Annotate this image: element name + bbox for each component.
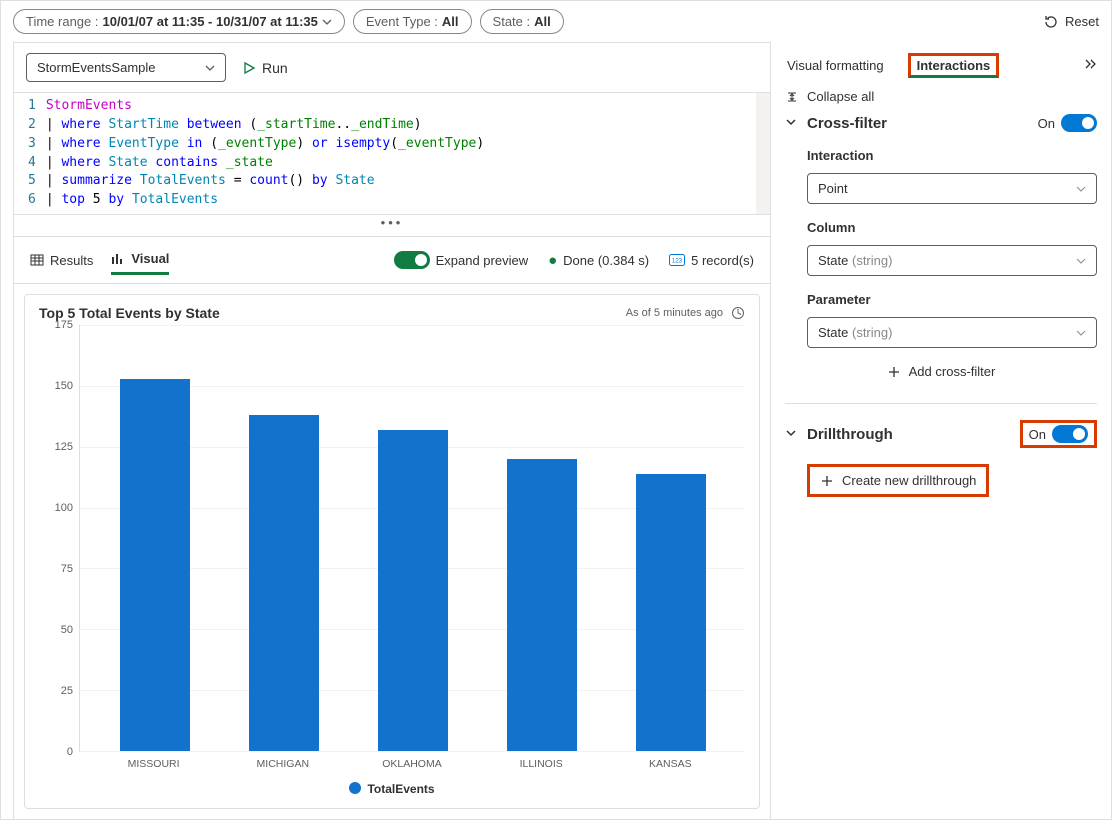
plus-icon (887, 365, 901, 379)
done-label: Done (0.384 s) (563, 253, 649, 268)
interaction-select[interactable]: Point (807, 173, 1097, 204)
parameter-select[interactable]: State (string) (807, 317, 1097, 348)
database-select[interactable]: StormEventsSample (26, 53, 226, 82)
collapse-handle[interactable]: ••• (14, 215, 770, 237)
crossfilter-title: Cross-filter (807, 115, 887, 132)
interaction-label: Interaction (807, 148, 1097, 163)
column-select[interactable]: State (string) (807, 245, 1097, 276)
reset-button[interactable]: Reset (1043, 14, 1099, 30)
state-pill[interactable]: State : All (480, 9, 564, 34)
record-count: 123 5 record(s) (669, 253, 754, 268)
time-range-label: Time range : (26, 14, 99, 29)
visual-tab[interactable]: Visual (111, 245, 169, 275)
run-label: Run (262, 60, 288, 76)
create-drillthrough-label: Create new drillthrough (842, 473, 976, 488)
svg-text:123: 123 (672, 259, 683, 265)
collapse-all-label: Collapse all (807, 89, 874, 104)
run-button[interactable]: Run (242, 60, 288, 76)
records-label: 5 record(s) (691, 253, 754, 268)
drillthrough-expand[interactable] (785, 426, 799, 442)
chevron-down-icon (1076, 256, 1086, 266)
parameter-value: State (818, 325, 848, 340)
crossfilter-toggle[interactable] (1061, 114, 1097, 132)
chevron-down-icon (1076, 328, 1086, 338)
bar[interactable] (120, 379, 190, 751)
legend-label: TotalEvents (367, 782, 434, 796)
event-type-pill[interactable]: Event Type : All (353, 9, 472, 34)
more-panels-button[interactable] (1083, 57, 1097, 74)
chart-asof: As of 5 minutes ago (626, 307, 723, 319)
chevron-down-icon (205, 63, 215, 73)
results-tab[interactable]: Results (30, 247, 93, 274)
success-icon: ● (548, 252, 557, 269)
refresh-icon[interactable] (731, 306, 745, 320)
reset-label: Reset (1065, 14, 1099, 29)
event-type-label: Event Type : (366, 14, 438, 29)
play-icon (242, 61, 256, 75)
state-label: State : (493, 14, 531, 29)
parameter-label: Parameter (807, 292, 1097, 307)
visual-formatting-tab[interactable]: Visual formatting (785, 52, 886, 79)
chevron-down-icon (785, 427, 797, 439)
drillthrough-on-label: On (1029, 427, 1046, 442)
parameter-type: (string) (852, 325, 892, 340)
column-label: Column (807, 220, 1097, 235)
chart-icon (111, 252, 125, 266)
expand-preview-toggle[interactable] (394, 251, 430, 269)
collapse-all-button[interactable]: Collapse all (785, 89, 1097, 104)
bar[interactable] (249, 415, 319, 751)
event-type-value: All (442, 14, 459, 29)
table-icon (30, 253, 44, 267)
add-crossfilter-button[interactable]: Add cross-filter (785, 364, 1097, 379)
bar[interactable] (507, 459, 577, 751)
state-value: All (534, 14, 551, 29)
crossfilter-expand[interactable] (785, 115, 799, 131)
column-type: (string) (852, 253, 892, 268)
records-icon: 123 (669, 254, 685, 266)
bar-chart[interactable]: 0255075100125150175 MISSOURIMICHIGANOKLA… (39, 325, 745, 796)
collapse-icon (785, 90, 799, 104)
expand-preview-label: Expand preview (436, 253, 529, 268)
time-range-value: 10/01/07 at 11:35 - 10/31/07 at 11:35 (103, 14, 318, 29)
chart-legend: TotalEvents (39, 770, 745, 796)
chevron-down-icon (1076, 184, 1086, 194)
create-drillthrough-button[interactable]: Create new drillthrough (807, 464, 989, 497)
reset-icon (1043, 14, 1059, 30)
chevron-down-icon (785, 116, 797, 128)
column-value: State (818, 253, 848, 268)
drillthrough-toggle[interactable] (1052, 425, 1088, 443)
interaction-value: Point (818, 181, 848, 196)
results-label: Results (50, 253, 93, 268)
bar[interactable] (636, 474, 706, 751)
legend-marker (349, 782, 361, 794)
add-crossfilter-label: Add cross-filter (909, 364, 996, 379)
chevron-down-icon (322, 17, 332, 27)
time-range-pill[interactable]: Time range : 10/01/07 at 11:35 - 10/31/0… (13, 9, 345, 34)
interactions-tab[interactable]: Interactions (908, 53, 1000, 78)
query-editor[interactable]: 123456 StormEvents| where StartTime betw… (14, 93, 770, 215)
database-name: StormEventsSample (37, 60, 156, 75)
crossfilter-on-label: On (1038, 116, 1055, 131)
visual-label: Visual (131, 251, 169, 266)
plus-icon (820, 474, 834, 488)
query-status: ● Done (0.384 s) (548, 252, 649, 269)
drillthrough-title: Drillthrough (807, 426, 893, 443)
bar[interactable] (378, 430, 448, 751)
chevron-double-right-icon (1083, 57, 1097, 71)
